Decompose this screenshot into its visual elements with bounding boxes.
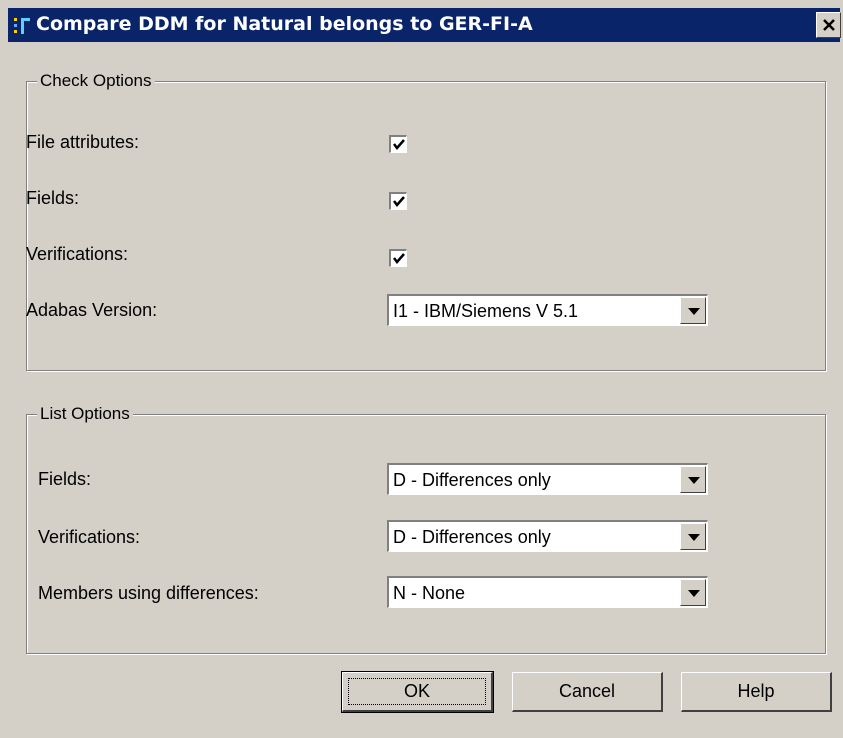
list-fields-select[interactable]: D - Differences only [387,463,708,495]
members-dropdown-button[interactable] [680,579,706,606]
list-options-legend: List Options [37,404,133,424]
close-button[interactable] [816,12,841,38]
chevron-down-icon [688,308,700,315]
ok-button[interactable]: OK [341,671,494,713]
compare-ddm-dialog: Compare DDM for Natural belongs to GER-F… [0,0,843,738]
close-icon [823,19,835,31]
checkmark-icon [393,253,405,264]
check-options-legend: Check Options [37,71,155,91]
cancel-button[interactable]: Cancel [512,672,663,712]
title-bar[interactable]: Compare DDM for Natural belongs to GER-F… [8,8,841,42]
adabas-version-dropdown-button[interactable] [680,297,706,324]
list-fields-dropdown-button[interactable] [680,466,706,493]
adabas-version-select[interactable]: I1 - IBM/Siemens V 5.1 [387,294,708,326]
check-verifications-checkbox[interactable] [389,249,407,267]
chevron-down-icon [688,534,700,541]
members-select[interactable]: N - None [387,576,708,608]
check-verifications-label: Verifications: [26,244,129,264]
check-fields-label: Fields: [26,188,80,208]
members-value: N - None [393,583,466,603]
list-verifications-select[interactable]: D - Differences only [387,520,708,552]
list-verifications-dropdown-button[interactable] [680,523,706,550]
adabas-version-label: Adabas Version: [26,300,158,320]
list-fields-value: D - Differences only [393,470,551,490]
checkmark-icon [393,139,405,150]
file-attributes-label: File attributes: [26,132,140,152]
help-button-label: Help [737,681,775,701]
list-verifications-label: Verifications: [38,527,141,547]
help-button[interactable]: Help [681,672,832,712]
focus-rectangle [348,678,486,705]
cancel-button-label: Cancel [558,681,616,701]
dialog-title: Compare DDM for Natural belongs to GER-F… [36,13,533,35]
list-fields-label: Fields: [38,469,92,489]
application-icon [12,16,32,36]
check-options-group: Check Options [26,71,826,371]
file-attributes-checkbox[interactable] [389,135,407,153]
chevron-down-icon [688,477,700,484]
checkmark-icon [393,196,405,207]
chevron-down-icon [688,590,700,597]
list-verifications-value: D - Differences only [393,527,551,547]
check-fields-checkbox[interactable] [389,192,407,210]
members-label: Members using differences: [38,583,259,603]
adabas-version-value: I1 - IBM/Siemens V 5.1 [393,301,579,321]
